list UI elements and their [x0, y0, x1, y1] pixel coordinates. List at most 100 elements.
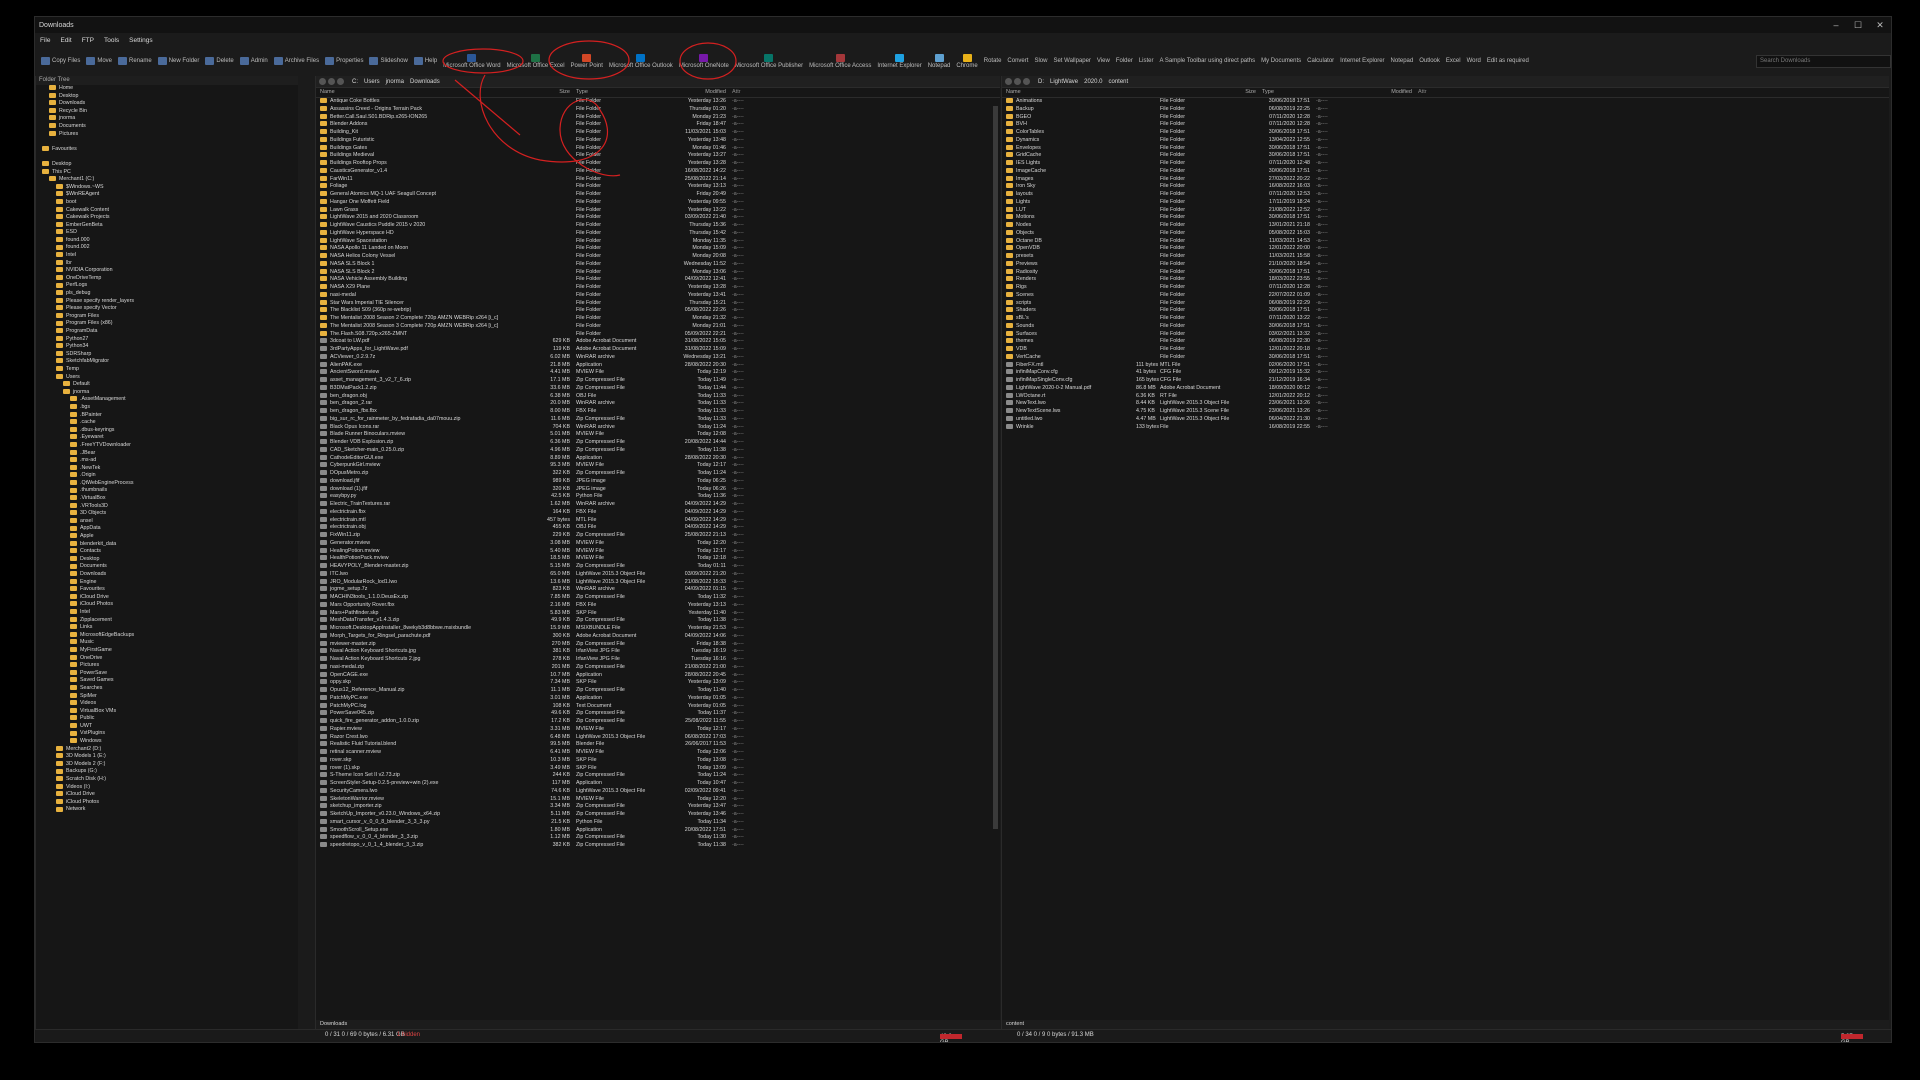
tree-item[interactable]: found.002 [36, 244, 298, 252]
file-row[interactable]: HealthPotionPack.mview 18.5 MB MVIEW File T… [316, 555, 1000, 563]
tree-item[interactable]: jnorma [36, 115, 298, 123]
file-row[interactable]: 3rdPartyApps_for_LightWave.pdf 119 KB Adob… [316, 346, 1000, 354]
file-row[interactable]: Surfaces File Folder 03/02/2021 13:32 -a---… [1002, 331, 1889, 339]
file-row[interactable]: infiniMapConv.cfg 41 bytes CFG File 09/12/2… [1002, 369, 1889, 377]
file-row[interactable]: NASA Helios Colony Vessel File Folder Mond… [316, 253, 1000, 261]
file-row[interactable]: Images File Folder 27/03/2022 20:22 -a---- [1002, 176, 1889, 184]
tree-item[interactable]: .Eyewaret [36, 434, 298, 442]
toolbar-lister[interactable]: Lister [1139, 58, 1154, 64]
tree-item[interactable]: MicrosoftEdgeBackups [36, 632, 298, 640]
file-row[interactable]: Assassins Creed - Origins Terrain Pack Fi… [316, 106, 1000, 114]
file-row[interactable]: CAD_Sketcher-main_0.25.0.zip 4.96 MB Zip C… [316, 447, 1000, 455]
file-row[interactable]: Rigs File Folder 07/11/2020 12:28 -a---- [1002, 284, 1889, 292]
tree-item[interactable]: .VRTools3D [36, 503, 298, 511]
tree-item[interactable]: Pictures [36, 662, 298, 670]
tree-item[interactable]: 3D Objects [36, 510, 298, 518]
file-row[interactable]: Microsoft.DesktopAppInstaller_8wekyb3d8b… [316, 625, 1000, 633]
file-row[interactable]: Electric_TrainTextures.rar 1.62 MB WinRAR … [316, 501, 1000, 509]
file-row[interactable]: 3dcoat to LW.pdf 629 KB Adobe Acrobat Docu… [316, 338, 1000, 346]
file-row[interactable]: sketchup_importer.zip 3.34 MB Zip Compress… [316, 803, 1000, 811]
tree-item[interactable]: Music [36, 639, 298, 647]
column-header-name[interactable]: Name [316, 88, 540, 97]
tree-item[interactable]: SpiMer [36, 693, 298, 701]
file-row[interactable]: ITC.lwo 65.0 MB LightWave 2015.3 Object Fi… [316, 571, 1000, 579]
nav-button-icon[interactable] [328, 78, 335, 85]
app-launcher-power-point[interactable]: Power Point [571, 53, 603, 69]
file-row[interactable]: ColorTables File Folder 30/06/2018 17:51 -a… [1002, 129, 1889, 137]
file-row[interactable]: NewTextScene.lws 4.75 KB LightWave 2015.3 … [1002, 408, 1889, 416]
file-row[interactable]: SecurityCamera.lwo 74.6 KB LightWave 2015.… [316, 788, 1000, 796]
toolbar-convert[interactable]: Convert [1007, 58, 1028, 64]
tree-item[interactable]: MyFirstGame [36, 647, 298, 655]
file-row[interactable]: Sounds File Folder 30/06/2018 17:51 -a---- [1002, 323, 1889, 331]
file-row[interactable]: ImageCache File Folder 30/06/2018 17:51 -a-… [1002, 168, 1889, 176]
file-row[interactable]: LightWave Caustics Puddle 2015 v 2020 Fil… [316, 222, 1000, 230]
tree-item[interactable]: .ms-ad [36, 457, 298, 465]
file-row[interactable]: retinal scanner.mview 6.41 MB MVIEW File To… [316, 749, 1000, 757]
breadcrumb-segment[interactable]: Downloads [410, 79, 440, 85]
column-header-size[interactable]: Size [1226, 88, 1256, 97]
menu-ftp[interactable]: FTP [82, 37, 94, 44]
file-row[interactable]: VDB File Folder 12/01/2022 20:18 -a---- [1002, 346, 1889, 354]
toolbar-help-button[interactable]: Help [413, 57, 437, 65]
file-row[interactable]: Razor Crest.lwo 6.48 MB LightWave 2015.3 O… [316, 734, 1000, 742]
file-row[interactable]: speedflow_v_0_0_4_blender_3_3.zip 1.12 MB… [316, 834, 1000, 842]
file-row[interactable]: ben_dragon.obj 6.38 MB OBJ File Today 11:33… [316, 393, 1000, 401]
file-row[interactable]: HEAVYPOLY_Blender-master.zip 5.15 MB Zip C… [316, 563, 1000, 571]
tree-item[interactable]: Please specify render_layers [36, 298, 298, 306]
tree-item[interactable]: $WinREAgent [36, 191, 298, 199]
left-folder-tab[interactable]: Downloads [316, 1020, 1000, 1029]
app-launcher-internet-explorer[interactable]: Internet Explorer [877, 53, 922, 69]
app-launcher-microsoft-office-publisher[interactable]: Microsoft Office Publisher [735, 53, 803, 69]
file-row[interactable]: electrictrain.mtl 457 bytes MTL File 04/09/… [316, 517, 1000, 525]
menu-tools[interactable]: Tools [104, 37, 119, 44]
file-row[interactable]: download.jfif 989 KB JPEG image Today 06:25… [316, 478, 1000, 486]
file-row[interactable]: rover (1).skp 3.49 MB SKP File Today 13:09-… [316, 765, 1000, 773]
breadcrumb-segment[interactable]: Users [364, 79, 380, 85]
toolbar-shortcut-3[interactable]: Internet Explorer [1340, 58, 1384, 64]
breadcrumb-segment[interactable]: LightWave [1050, 79, 1078, 85]
file-row[interactable]: B3DMatPack1.2.zip 33.6 MB Zip Compressed F… [316, 385, 1000, 393]
file-row[interactable]: easybpy.py 42.5 KB Python File Today 11:36-… [316, 493, 1000, 501]
file-row[interactable]: Mars Opportunity Rover.fbx 2.16 MB FBX Fil… [316, 602, 1000, 610]
file-row[interactable]: Blade Runner Binoculars.mview 5.01 MB MVIE… [316, 431, 1000, 439]
tree-item[interactable]: iCloud Drive [36, 791, 298, 799]
file-row[interactable]: LightWave 2015 and 2020 Classroom File Fo… [316, 214, 1000, 222]
file-row[interactable]: ben_dragon_2.rar 20.0 MB WinRAR archive Tod… [316, 400, 1000, 408]
file-row[interactable]: Generator.mview 3.08 MB MVIEW File Today 12… [316, 540, 1000, 548]
file-row[interactable]: Iron Sky File Folder 16/08/2022 16:03 -a---… [1002, 183, 1889, 191]
tree-item[interactable]: Please specify Vector [36, 305, 298, 313]
tree-item[interactable]: Backups (G:) [36, 768, 298, 776]
tree-item[interactable]: Default [36, 381, 298, 389]
file-row[interactable]: Blender VDB Explosion.zip 6.36 MB Zip Comp… [316, 439, 1000, 447]
file-row[interactable]: CausticsGenerator_v1.4 File Folder 16/08/2… [316, 168, 1000, 176]
tree-item[interactable]: Merchant2 (D:) [36, 746, 298, 754]
maximize-icon[interactable]: ☐ [1847, 20, 1869, 31]
toolbar-rotate[interactable]: Rotate [984, 58, 1002, 64]
file-row[interactable]: BVH File Folder 07/11/2020 12:28 -a---- [1002, 121, 1889, 129]
file-row[interactable]: The Mentalist 2008 Season 2 Complete 720… [316, 315, 1000, 323]
breadcrumb-segment[interactable]: 2020.0 [1084, 79, 1102, 85]
tree-item[interactable]: SketchfabMigrator [36, 358, 298, 366]
file-row[interactable]: Star Wars Imperial TIE Silencer File Fold… [316, 300, 1000, 308]
tree-item[interactable]: .FreeYTVDownloader [36, 442, 298, 450]
left-scrollbar[interactable] [993, 106, 998, 829]
tree-item[interactable]: Downloads [36, 571, 298, 579]
tree-item[interactable]: Public [36, 715, 298, 723]
file-row[interactable]: LWOctane.rt 6.36 KB RT File 12/01/2022 20:1… [1002, 393, 1889, 401]
file-row[interactable]: electrictrain.fbx 164 KB FBX File 04/09/202… [316, 509, 1000, 517]
tree-item[interactable]: Pictures [36, 131, 298, 139]
file-row[interactable]: SmoothScroll_Setup.exe 1.80 MB Application… [316, 827, 1000, 835]
file-row[interactable]: rover.skp 10.3 MB SKP File Today 13:08 -a---… [316, 757, 1000, 765]
tree-item[interactable]: 3D Models 2 (F:) [36, 761, 298, 769]
toolbar-shortcut-8[interactable]: Edit as required [1487, 58, 1529, 64]
file-row[interactable]: Buildings Futuristic File Folder Yesterday… [316, 137, 1000, 145]
tree-item[interactable]: Network [36, 806, 298, 814]
tree-item[interactable]: NVIDIA Corporation [36, 267, 298, 275]
column-header-name[interactable]: Name [1002, 88, 1226, 97]
file-row[interactable]: themes File Folder 06/08/2019 22:30 -a---- [1002, 338, 1889, 346]
toolbar-shortcut-4[interactable]: Notepad [1391, 58, 1414, 64]
tree-item[interactable]: PerfLogs [36, 282, 298, 290]
tree-item[interactable]: Python34 [36, 343, 298, 351]
file-row[interactable]: NASA X29 Plane File Folder Yesterday 13:28… [316, 284, 1000, 292]
